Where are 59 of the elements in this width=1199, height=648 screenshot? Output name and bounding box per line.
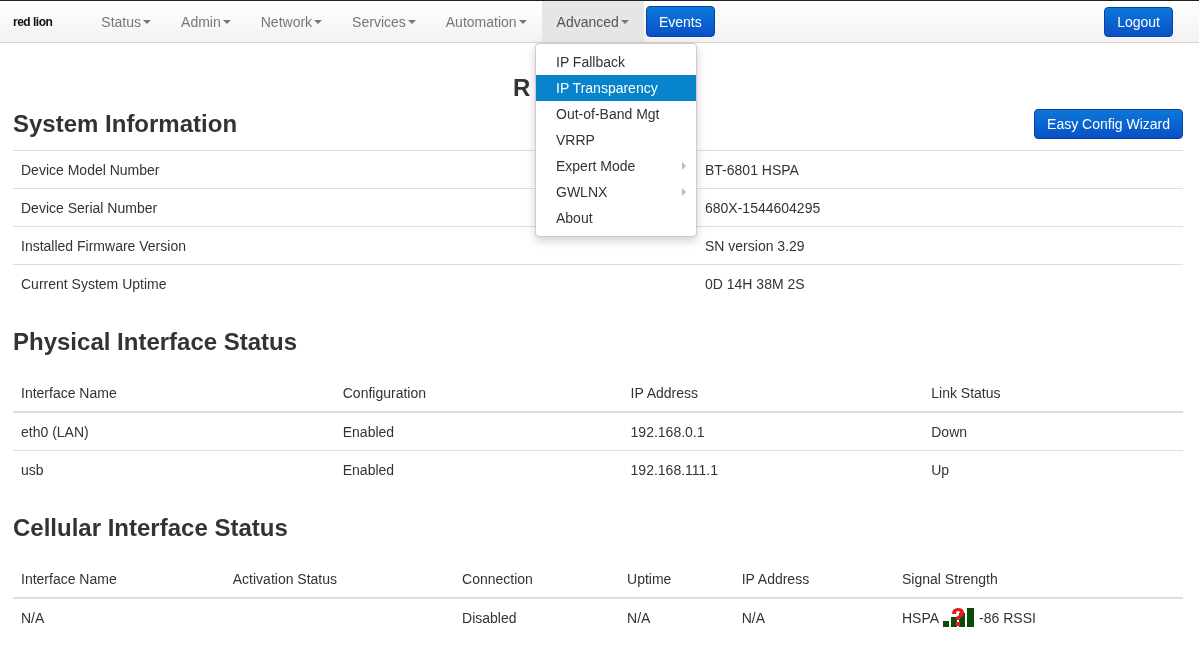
table-cell: SN version 3.29 [697, 226, 1183, 265]
events-button[interactable]: Events [645, 6, 715, 37]
table-cell: Installed Firmware Version [13, 226, 697, 265]
signal-bars-icon [943, 608, 976, 627]
column-header: Interface Name [13, 560, 225, 598]
column-header: Uptime [619, 560, 734, 598]
section-heading: Physical Interface Status [13, 327, 299, 357]
nav-menu-item[interactable]: Network [245, 1, 338, 42]
menu-item[interactable]: VRRP [536, 127, 696, 153]
table-cell: BT-6801 HSPA [697, 150, 1183, 189]
submenu-arrow-icon [682, 162, 686, 170]
column-header: IP Address [733, 560, 894, 598]
column-header: Interface Name [13, 374, 335, 412]
table-cell: N/A [13, 598, 225, 636]
table-cell: Up [923, 450, 1183, 488]
nav-menu-item[interactable]: Advanced [541, 1, 644, 42]
nav-menu-item[interactable]: Automation [430, 1, 542, 42]
table-cell: Current System Uptime [13, 264, 697, 302]
submenu-arrow-icon [682, 188, 686, 196]
caret-icon [314, 19, 323, 24]
table-cell: eth0 (LAN) [13, 412, 335, 451]
menu-item[interactable]: IP Transparency [536, 75, 696, 101]
nav-menu-item[interactable]: Services [337, 1, 431, 42]
caret-icon [143, 19, 152, 24]
section-heading: System Information [13, 108, 238, 139]
menu-item[interactable]: GWLNX [536, 179, 696, 205]
menu-item[interactable]: Expert Mode [536, 153, 696, 179]
table-cell: 192.168.111.1 [622, 450, 924, 488]
logout-button[interactable]: Logout [1104, 6, 1173, 37]
column-header: Activation Status [224, 560, 455, 598]
table-cell: Enabled [334, 450, 623, 488]
menu-item[interactable]: IP Fallback [536, 49, 696, 75]
signal-type: HSPA [902, 609, 940, 626]
table-cell: 680X-1544604295 [697, 188, 1183, 227]
nav-menu-item[interactable]: Admin [166, 1, 246, 42]
nav-menu-item[interactable]: Status [86, 1, 167, 42]
easy-config-wizard-button[interactable]: Easy Config Wizard [1034, 108, 1183, 139]
table-cell: N/A [733, 598, 894, 636]
column-header: Connection [454, 560, 620, 598]
table-cell: Enabled [334, 412, 623, 451]
column-header: Signal Strength [894, 560, 1183, 598]
table-cell: Disabled [454, 598, 620, 636]
table-cell: Down [923, 412, 1183, 451]
menu-item[interactable]: Out-of-Band Mgt [536, 101, 696, 127]
signal-reading: -86 RSSI [979, 609, 1036, 626]
caret-icon [518, 19, 527, 24]
table-cell: 0D 14H 38M 2S [697, 264, 1183, 302]
table-cell: usb [13, 450, 335, 488]
logo[interactable]: red lion [13, 14, 53, 29]
caret-icon [222, 19, 231, 24]
column-header: Configuration [334, 374, 623, 412]
caret-icon [620, 19, 629, 24]
page-title: R [513, 74, 531, 101]
column-header: IP Address [622, 374, 924, 412]
table-cell: 192.168.0.1 [622, 412, 924, 451]
section-heading: Cellular Interface Status [13, 513, 289, 543]
column-header: Link Status [923, 374, 1183, 412]
caret-icon [407, 19, 416, 24]
table-cell: N/A [619, 598, 734, 636]
